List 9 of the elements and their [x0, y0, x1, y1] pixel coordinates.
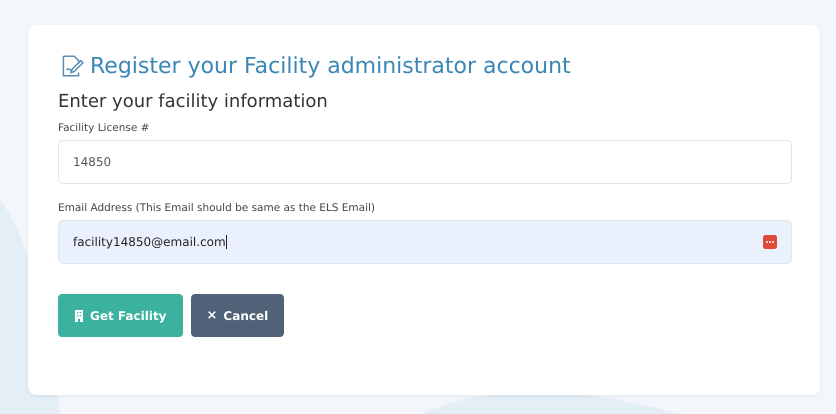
- section-heading: Enter your facility information: [58, 91, 329, 112]
- input-field[interactable]: facility14850@email.com: [58, 220, 792, 264]
- field-label: Facility License #: [58, 122, 150, 134]
- page-title: Register your Facility administrator account: [90, 54, 571, 78]
- cancel-button[interactable]: × Cancel: [190, 294, 284, 337]
- input-field[interactable]: 14850: [58, 140, 792, 184]
- field-label: Email Address (This Email should be same as the ELS Email): [58, 202, 376, 214]
- building-icon: [74, 310, 84, 322]
- password-manager-icon[interactable]: [763, 235, 777, 249]
